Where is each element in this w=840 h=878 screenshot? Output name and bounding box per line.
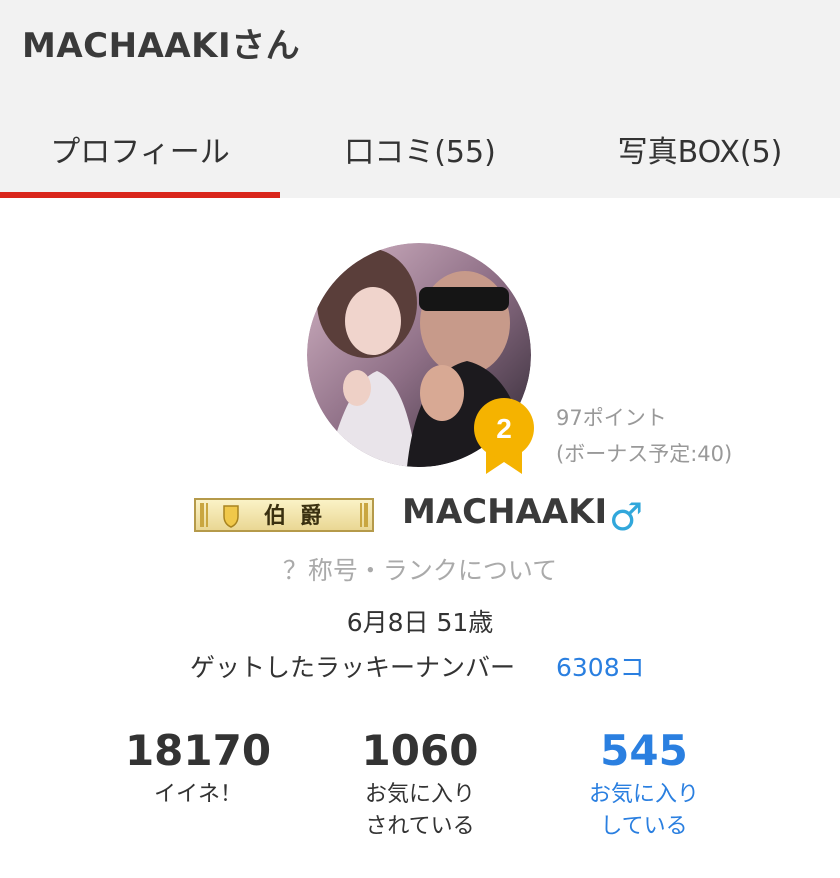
tab-profile[interactable]: プロフィール — [0, 100, 280, 198]
tab-reviews[interactable]: 口コミ(55) — [280, 100, 560, 198]
page-title: MACHAAKIさん — [22, 26, 301, 66]
birthday-age: 6月8日 51歳 — [346, 608, 494, 637]
stat-likes: 18170 イイネ！ — [78, 725, 318, 811]
stat-favoriting-label: お気に入り している — [524, 779, 764, 843]
stat-likes-label: イイネ！ — [153, 782, 242, 807]
stat-likes-value: 18170 — [124, 726, 272, 775]
stat-favoriting-label-1[interactable]: お気に入り — [524, 779, 764, 811]
shield-icon — [223, 505, 239, 528]
stat-favorited-value: 1060 — [361, 726, 479, 775]
title-badge-label: 伯爵 — [264, 503, 336, 529]
bonus-value: (ボーナス予定:40) — [556, 442, 733, 466]
tab-photo-box[interactable]: 写真BOX(5) — [560, 100, 840, 198]
stat-favorited-label-1: お気に入り — [364, 782, 475, 807]
lucky-number-row: ゲットしたラッキーナンバー 6308コ — [0, 648, 840, 688]
tab-bar: プロフィール 口コミ(55) 写真BOX(5) — [0, 100, 840, 198]
name-row: 伯爵 MACHAAKI ♂ — [0, 490, 840, 542]
stat-favorited-label: お気に入り されている — [300, 779, 540, 843]
title-badge: 伯爵 — [194, 498, 374, 532]
stat-favorited: 1060 お気に入り されている — [300, 725, 540, 843]
lucky-number-count[interactable]: 6308コ — [556, 648, 645, 684]
app-header: MACHAAKIさん プロフィール 口コミ(55) 写真BOX(5) — [0, 0, 840, 198]
rank-info-link[interactable]: ？称号・ランクについて — [0, 551, 840, 587]
active-tab-indicator — [0, 192, 280, 198]
lucky-number-label: ゲットしたラッキーナンバー — [190, 653, 516, 682]
stat-favoriting-value[interactable]: 545 — [524, 725, 764, 777]
rank-number: 2 — [496, 413, 512, 444]
male-icon: ♂ — [609, 495, 644, 539]
rank-medal-icon: 2 — [474, 398, 534, 474]
stat-favorited-label-2: されている — [365, 814, 475, 839]
stat-favoriting[interactable]: 545 お気に入り している — [524, 725, 764, 843]
points-info: 97ポイント (ボーナス予定:40) — [556, 400, 732, 472]
points-value: 97ポイント — [556, 406, 667, 430]
stat-favoriting-label-2[interactable]: している — [524, 811, 764, 843]
username: MACHAAKI — [402, 492, 608, 532]
